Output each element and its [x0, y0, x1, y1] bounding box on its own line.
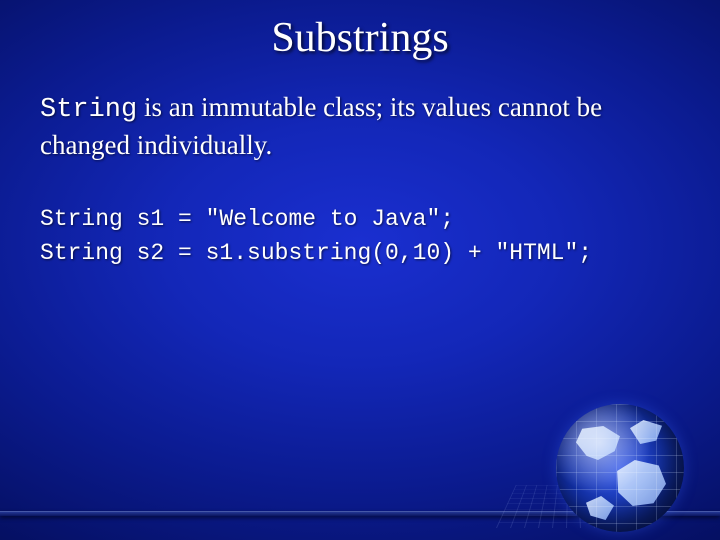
slide: Substrings String is an immutable class;… [0, 0, 720, 540]
body-text: String is an immutable class; its values… [0, 62, 720, 163]
globe-landmass-icon [614, 460, 666, 506]
globe-landmass-icon [576, 426, 620, 460]
code-inline-string: String [40, 95, 137, 125]
code-line-2: String s2 = s1.substring(0,10) + "HTML"; [40, 240, 592, 266]
code-line-1: String s1 = "Welcome to Java"; [40, 206, 454, 232]
globe-landmass-icon [630, 420, 662, 444]
globe-icon [556, 404, 684, 532]
code-block: String s1 = "Welcome to Java"; String s2… [0, 163, 720, 270]
globe-landmass-icon [586, 496, 614, 520]
slide-title: Substrings [0, 0, 720, 62]
globe-graphic [522, 376, 692, 540]
